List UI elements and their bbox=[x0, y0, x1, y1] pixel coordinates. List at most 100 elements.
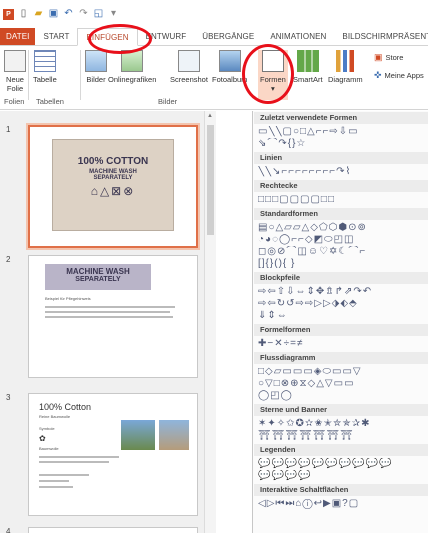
tab-datei[interactable]: DATEI bbox=[0, 28, 36, 45]
my-apps-button[interactable]: ✜ Meine Apps bbox=[374, 70, 424, 81]
tab-uebergaenge[interactable]: ÜBERGÄNGE bbox=[194, 28, 262, 45]
scroll-up-icon[interactable]: ▲ bbox=[207, 113, 213, 119]
slide-thumbnail-4[interactable] bbox=[28, 527, 198, 533]
section-equation-shapes: Formelformen bbox=[254, 324, 428, 336]
section-basic-shapes: Standardformen bbox=[254, 208, 428, 220]
pictures-button[interactable]: Bilder bbox=[85, 50, 107, 84]
shapes-row[interactable]: 💬💬💬💬 bbox=[258, 470, 426, 482]
care-symbols-icon: ⌂△⊠⊗ bbox=[90, 184, 136, 198]
online-pictures-button[interactable]: Onlinegrafiken bbox=[108, 50, 156, 84]
shapes-row[interactable]: □◇▱▭▭▭◈⬭▭▭▽ bbox=[258, 366, 426, 378]
slide-3-text-line bbox=[39, 480, 69, 482]
undo-icon[interactable]: ↶ bbox=[63, 9, 74, 20]
slide-2-title-2: SEPARATELY bbox=[75, 276, 121, 283]
tab-animationen[interactable]: ANIMATIONEN bbox=[262, 28, 334, 45]
shapes-row[interactable]: ◁▷⏮⏭⌂ⓘ↩▶▣?▢ bbox=[258, 498, 426, 510]
screenshot-button[interactable]: Screenshot bbox=[170, 50, 208, 84]
slide-3-text-line bbox=[39, 474, 89, 476]
section-recent-shapes: Zuletzt verwendete Formen bbox=[254, 112, 428, 124]
save-icon[interactable]: ▣ bbox=[48, 9, 59, 20]
smartart-icon bbox=[296, 50, 319, 72]
tab-start[interactable]: START bbox=[35, 28, 77, 45]
thumbnail-scrollbar[interactable]: ▲ bbox=[204, 111, 216, 533]
smartart-label: SmartArt bbox=[293, 75, 323, 84]
slide-3-text-line bbox=[39, 486, 73, 488]
shapes-row[interactable]: ⛩⛩⛩⛩⛩⛩⛩ bbox=[258, 430, 426, 442]
table-icon bbox=[33, 50, 56, 72]
shapes-row[interactable]: ▤○△▱▱△◇⬠⬡⬢⊙⊚ bbox=[258, 222, 426, 234]
store-icon: ▣ bbox=[374, 52, 383, 62]
open-folder-icon[interactable]: ▰ bbox=[33, 9, 44, 20]
highlight-einfuegen-circle bbox=[88, 24, 152, 54]
slide-number: 1 bbox=[6, 125, 11, 134]
shapes-row[interactable]: ✚−✕÷=≠ bbox=[258, 338, 426, 350]
slide-1-title: 100% COTTON bbox=[77, 156, 149, 167]
shapes-row[interactable]: ⇨⇦⇧⇩⇔⇕✥⇯↱⇗↷↶ bbox=[258, 286, 426, 298]
new-file-icon[interactable]: ▯ bbox=[18, 9, 29, 20]
new-slide-label: Neue bbox=[6, 75, 24, 84]
slide-thumbnail-2[interactable]: MACHINE WASH SEPARATELY Beispiel für Pfl… bbox=[28, 255, 198, 378]
chart-button[interactable]: Diagramm bbox=[328, 50, 363, 84]
slide-thumbnail-3[interactable]: 100% Cotton Reine Baumwolle Symbole ✿ Ba… bbox=[28, 393, 198, 516]
shapes-row[interactable]: ⇨⇦↻↺⇨⇨▷▷⬗⬖⬘ bbox=[258, 298, 426, 310]
section-rectangles: Rechtecke bbox=[254, 180, 428, 192]
shapes-row[interactable]: ▭╲╲▢○□△⌐⌐⇨⇩▭ bbox=[258, 126, 426, 138]
slide-2-text-line bbox=[45, 316, 173, 318]
shapes-row[interactable]: ◯◰◯ bbox=[258, 390, 426, 402]
cotton-field-image bbox=[159, 420, 189, 450]
section-stars-banners: Sterne und Banner bbox=[254, 404, 428, 416]
photo-album-icon bbox=[218, 50, 241, 72]
group-label-bilder: Bilder bbox=[158, 97, 178, 106]
slide-1-line2: SEPARATELY bbox=[93, 175, 133, 181]
shapes-row[interactable]: ╲╲↘⌐⌐⌐⌐⌐⌐⌐⌐↷⌇ bbox=[258, 166, 426, 178]
new-slide-label-2: Folie bbox=[6, 84, 24, 93]
slide-3-text: Reine Baumwolle bbox=[39, 414, 71, 419]
new-slide-button[interactable]: Neue Folie bbox=[4, 50, 26, 93]
highlight-formen-circle bbox=[242, 44, 294, 104]
shapes-row[interactable]: ◻◎⊘⌒◫☺♡✡☾⌒⌐ bbox=[258, 246, 426, 258]
tab-bildschirmpraesentation[interactable]: BILDSCHIRMPRÄSENTATION bbox=[334, 28, 428, 45]
slide-thumbnail-pane: 1 100% COTTON MACHINE WASH SEPARATELY ⌂△… bbox=[0, 111, 216, 533]
powerpoint-window: P ▯ ▰ ▣ ↶ ↷ ◱ ▾ DATEI START EINFÜGEN ENT… bbox=[0, 0, 428, 533]
shapes-row[interactable]: ✶✦✧✩✪✫✬✭✮✯✰✱ bbox=[258, 418, 426, 430]
shapes-row[interactable]: ○▽□⊗⊕⧖◇△▽▭▭ bbox=[258, 378, 426, 390]
slide-3-text-line bbox=[39, 456, 119, 458]
shapes-row[interactable]: ⇘⌒↷{}☆ bbox=[258, 138, 426, 150]
smartart-button[interactable]: SmartArt bbox=[293, 50, 323, 84]
quick-access-toolbar: P ▯ ▰ ▣ ↶ ↷ ◱ ▾ bbox=[0, 0, 428, 28]
pictures-icon bbox=[85, 50, 107, 72]
shapes-row[interactable]: 💬💬💬💬💬💬💬💬💬💬 bbox=[258, 458, 426, 470]
my-apps-label: Meine Apps bbox=[384, 71, 424, 80]
shapes-row[interactable]: ◔◕◌◯⌐⌐◇◩⬭◰◫ bbox=[258, 234, 426, 246]
slide-2-text-line bbox=[45, 311, 170, 313]
powerpoint-logo-icon: P bbox=[3, 8, 14, 20]
screenshot-label: Screenshot bbox=[170, 75, 208, 84]
online-pictures-label: Onlinegrafiken bbox=[108, 75, 157, 84]
apps-icon: ✜ bbox=[374, 70, 382, 80]
slide-2-text-line bbox=[45, 306, 175, 308]
slide-thumbnail-1[interactable]: 100% COTTON MACHINE WASH SEPARATELY ⌂△⊠⊗ bbox=[28, 125, 198, 248]
slide-3-label-1: Symbole bbox=[39, 426, 55, 431]
cotton-field-image bbox=[121, 420, 155, 450]
redo-icon[interactable]: ↷ bbox=[78, 9, 89, 20]
slide-2-image: MACHINE WASH SEPARATELY bbox=[45, 264, 151, 290]
chart-icon bbox=[334, 50, 357, 72]
store-label: Store bbox=[385, 53, 404, 62]
slide-2-text: Beispiel für Pflegehinweis bbox=[45, 296, 91, 301]
slide-2-title: MACHINE WASH bbox=[66, 267, 130, 276]
slide-3-title: 100% Cotton bbox=[39, 402, 92, 412]
customize-toolbar-icon[interactable]: ▾ bbox=[108, 9, 119, 20]
shapes-row[interactable]: ⇓⇕⇔ bbox=[258, 310, 426, 322]
section-action-buttons: Interaktive Schaltflächen bbox=[254, 484, 428, 496]
start-slideshow-icon[interactable]: ◱ bbox=[93, 9, 104, 20]
shapes-row[interactable]: []{}(){ } bbox=[258, 258, 426, 270]
shapes-row[interactable]: □□□▢▢▢▢□□ bbox=[258, 194, 426, 206]
slide-number: 2 bbox=[6, 255, 11, 264]
table-button[interactable]: Tabelle bbox=[33, 50, 57, 84]
store-button[interactable]: ▣ Store bbox=[374, 52, 403, 63]
section-lines: Linien bbox=[254, 152, 428, 164]
cotton-symbol-icon: ✿ bbox=[39, 434, 46, 443]
shapes-gallery-dropdown: Zuletzt verwendete Formen ▭╲╲▢○□△⌐⌐⇨⇩▭ ⇘… bbox=[252, 111, 428, 533]
scrollbar-thumb[interactable] bbox=[207, 125, 214, 235]
chart-label: Diagramm bbox=[328, 75, 363, 84]
